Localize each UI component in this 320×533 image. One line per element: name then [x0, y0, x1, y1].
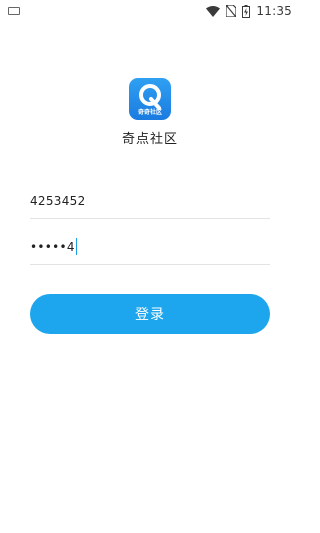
- login-button-label: 登录: [135, 307, 165, 323]
- account-input-value: 4253452: [30, 193, 86, 208]
- app-logo: 奇奇社区: [129, 78, 171, 120]
- text-cursor: [75, 238, 78, 255]
- no-sim-icon: [226, 5, 237, 17]
- password-masked-text: •••••4: [30, 239, 75, 254]
- status-left: [0, 7, 20, 15]
- keyboard-icon: [8, 7, 20, 15]
- app-name: 奇点社区: [121, 132, 178, 147]
- login-button[interactable]: 登录: [30, 294, 270, 334]
- status-time: 11:35: [256, 4, 292, 18]
- battery-icon: [242, 4, 251, 18]
- account-field[interactable]: 4253452: [30, 183, 270, 219]
- wifi-icon: [206, 5, 221, 17]
- app-header: 奇奇社区 奇点社区: [0, 78, 300, 147]
- password-input-value: •••••4: [30, 238, 78, 255]
- password-field[interactable]: •••••4: [30, 229, 270, 265]
- status-right: 11:35: [206, 4, 300, 18]
- status-bar: 11:35: [0, 0, 300, 22]
- logo-text: 奇奇社区: [137, 109, 162, 116]
